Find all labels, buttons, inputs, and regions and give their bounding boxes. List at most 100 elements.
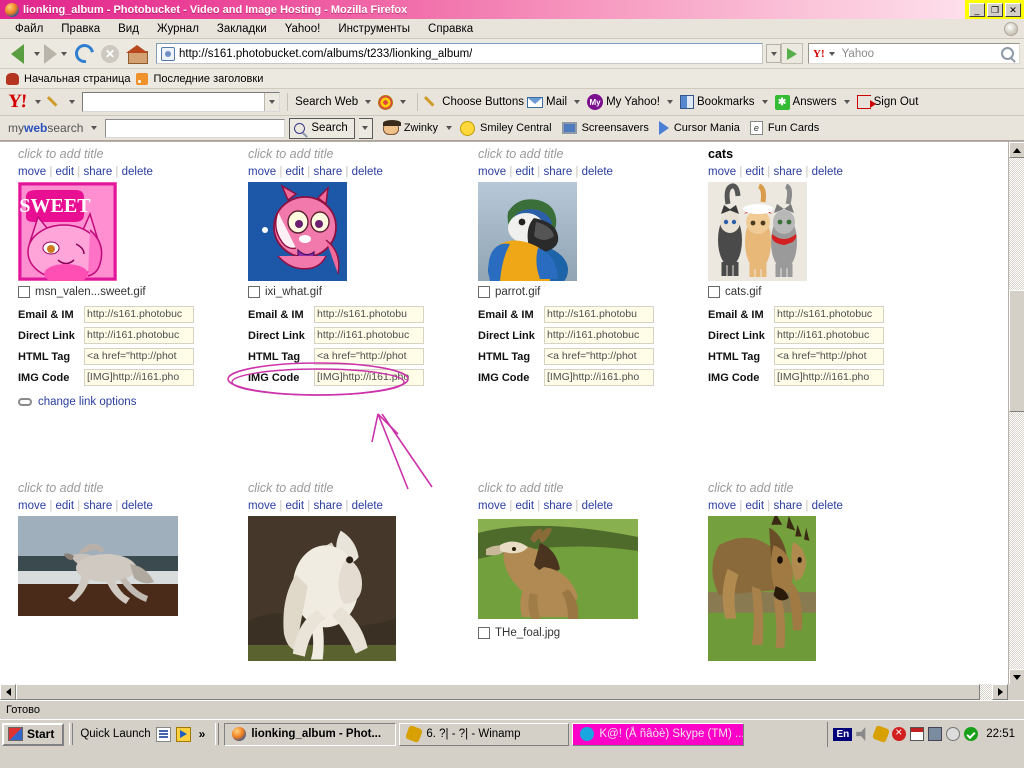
share-link[interactable]: share — [773, 500, 802, 512]
stop-button[interactable]: ✕ — [97, 44, 123, 63]
code-input[interactable]: <a href="http://phot — [774, 348, 884, 365]
code-input[interactable]: http://i161.photobuc — [544, 327, 654, 344]
code-input[interactable]: <a href="http://phot — [544, 348, 654, 365]
scroll-up-button[interactable] — [1009, 142, 1024, 158]
share-link[interactable]: share — [773, 166, 802, 178]
minimize-button[interactable]: _ — [969, 2, 985, 17]
code-input[interactable]: http://s161.photobu — [314, 306, 424, 323]
yahoo-search-input[interactable]: Yahoo — [838, 48, 1001, 60]
delete-link[interactable]: delete — [582, 500, 613, 512]
quick-launch-editor-icon[interactable] — [155, 726, 171, 742]
menu-item-history[interactable]: Журнал — [148, 21, 208, 37]
close-button[interactable]: ✕ — [1005, 2, 1021, 17]
move-link[interactable]: move — [18, 500, 46, 512]
thumbnail-image[interactable] — [708, 182, 807, 281]
delete-link[interactable]: delete — [352, 166, 383, 178]
mywebsearch-logo[interactable]: mywebsearch — [8, 121, 83, 135]
menu-item-tools[interactable]: Инструменты — [329, 21, 419, 37]
code-input[interactable]: [IMG]http://i161.pho — [774, 369, 884, 386]
bookmarks-button[interactable]: Bookmarks — [697, 96, 755, 108]
item-title[interactable]: click to add title — [248, 147, 478, 161]
choose-buttons-icon[interactable] — [425, 95, 439, 109]
bookmark-latest-headlines[interactable]: Последние заголовки — [136, 72, 263, 85]
move-link[interactable]: move — [708, 166, 736, 178]
delete-link[interactable]: delete — [352, 500, 383, 512]
taskbar-button-skype[interactable]: K@! (Å ñâòè) Skype (TM) ... — [572, 722, 745, 746]
sign-out-button[interactable]: Sign Out — [874, 96, 919, 108]
yahoo-toolbar-search-input[interactable] — [82, 92, 281, 112]
reload-button[interactable] — [70, 40, 98, 67]
ok-shield-icon[interactable] — [964, 727, 979, 741]
yahoo-toolbar-search-dropdown-icon[interactable] — [264, 93, 280, 111]
thumbnail-image[interactable] — [18, 516, 178, 616]
horizontal-scroll-thumb[interactable] — [16, 684, 980, 700]
back-button[interactable] — [4, 43, 30, 65]
forward-dropdown-icon[interactable] — [61, 51, 67, 56]
taskbar-grip-2[interactable] — [215, 723, 220, 745]
scroll-down-button[interactable] — [1009, 669, 1024, 684]
vertical-scrollbar[interactable] — [1008, 142, 1024, 684]
screensavers-button[interactable]: Screensavers — [561, 122, 649, 134]
edit-link[interactable]: edit — [746, 166, 765, 178]
code-input[interactable]: http://i161.photobuc — [314, 327, 424, 344]
url-dropdown-icon[interactable] — [766, 44, 781, 63]
bookmarks-icon[interactable] — [680, 95, 694, 109]
search-web-dropdown-icon[interactable] — [365, 100, 372, 104]
move-link[interactable]: move — [708, 500, 736, 512]
code-input[interactable]: http://i161.photobuc — [774, 327, 884, 344]
delete-link[interactable]: delete — [122, 500, 153, 512]
item-title[interactable]: click to add title — [18, 481, 248, 495]
go-button[interactable] — [781, 43, 803, 64]
share-link[interactable]: share — [543, 166, 572, 178]
code-input[interactable]: http://s161.photobuc — [774, 306, 884, 323]
language-indicator[interactable]: En — [833, 727, 853, 741]
share-link[interactable]: share — [313, 166, 342, 178]
select-checkbox[interactable] — [478, 286, 490, 298]
menu-item-view[interactable]: Вид — [109, 21, 148, 37]
fun-cards-button[interactable]: e Fun Cards — [749, 121, 819, 135]
my-yahoo-icon[interactable]: My — [587, 94, 604, 110]
move-link[interactable]: move — [478, 500, 506, 512]
code-input[interactable]: <a href="http://phot — [314, 348, 424, 365]
move-link[interactable]: move — [478, 166, 506, 178]
menu-item-edit[interactable]: Правка — [52, 21, 109, 37]
pencil-icon[interactable] — [48, 95, 62, 109]
code-input[interactable]: <a href="http://phot — [84, 348, 194, 365]
thumbnail-image[interactable]: SWEET — [18, 182, 117, 281]
back-dropdown-icon[interactable] — [34, 51, 40, 56]
quick-launch-media-icon[interactable] — [175, 726, 191, 742]
calendar-icon[interactable] — [910, 727, 925, 741]
zwinky-dropdown-icon[interactable] — [446, 126, 453, 130]
share-link[interactable]: share — [543, 500, 572, 512]
thumbnail-image[interactable] — [478, 182, 577, 281]
code-input[interactable]: [IMG]http://i161.pho — [314, 369, 424, 386]
taskbar-button-firefox[interactable]: lionking_album - Phot... — [224, 722, 397, 746]
share-link[interactable]: share — [83, 500, 112, 512]
forward-button[interactable] — [44, 43, 57, 64]
mywebsearch-search-button[interactable]: Search — [289, 117, 355, 139]
smiley-central-button[interactable]: Smiley Central — [460, 120, 552, 136]
move-link[interactable]: move — [248, 500, 276, 512]
delete-link[interactable]: delete — [582, 166, 613, 178]
thumbnail-image[interactable] — [248, 516, 396, 661]
volume-icon[interactable] — [856, 727, 866, 741]
edit-link[interactable]: edit — [286, 166, 305, 178]
thumbnail-image[interactable] — [478, 516, 638, 622]
taskbar-grip[interactable] — [69, 723, 74, 745]
menu-item-help[interactable]: Справка — [419, 21, 482, 37]
edit-link[interactable]: edit — [746, 500, 765, 512]
antivirus-alert-icon[interactable] — [892, 725, 907, 741]
messenger-icon[interactable] — [946, 727, 961, 741]
item-title[interactable]: cats — [708, 147, 938, 161]
mywebsearch-dropdown-icon[interactable] — [91, 126, 98, 130]
my-yahoo-dropdown-icon[interactable] — [667, 100, 673, 104]
answers-icon[interactable]: ✱ — [774, 94, 790, 110]
select-checkbox[interactable] — [708, 286, 720, 298]
code-input[interactable]: http://i161.photobuc — [84, 327, 194, 344]
change-link-options[interactable]: change link options — [18, 396, 248, 408]
mywebsearch-search-dropdown-icon[interactable] — [358, 117, 373, 139]
edit-link[interactable]: edit — [286, 500, 305, 512]
select-checkbox[interactable] — [18, 286, 30, 298]
restore-button[interactable]: ❐ — [987, 2, 1003, 17]
edit-link[interactable]: edit — [56, 500, 75, 512]
